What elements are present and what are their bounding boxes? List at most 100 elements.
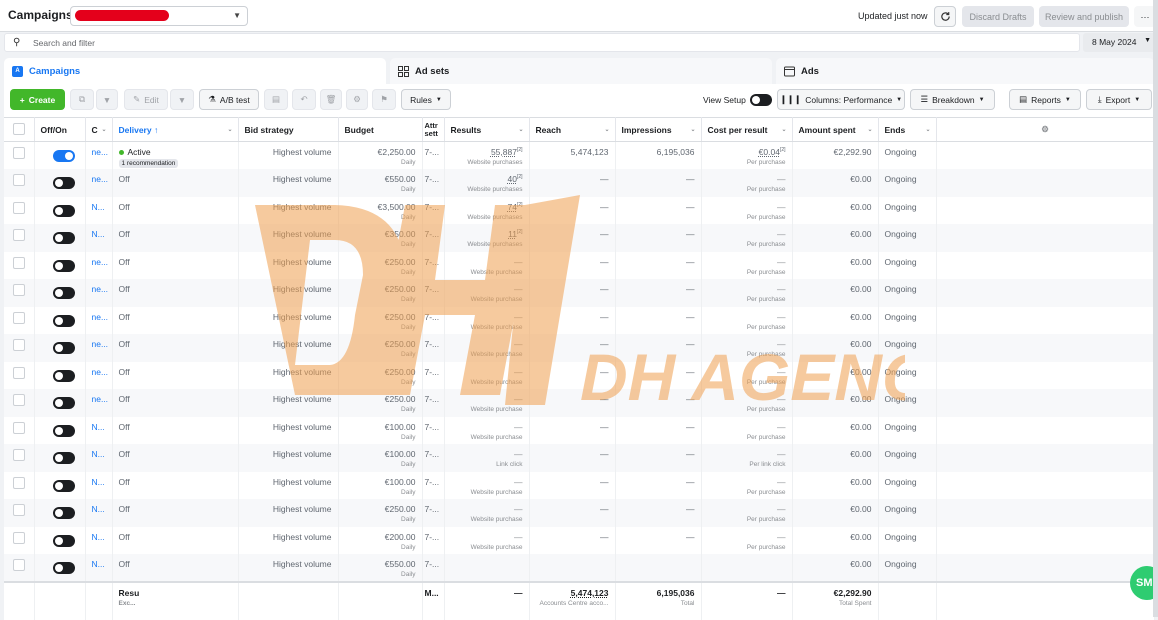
create-button[interactable]: + Create — [10, 89, 65, 110]
row-toggle-cell[interactable] — [34, 389, 86, 417]
budget-cell[interactable]: €200.00 Daily — [338, 526, 423, 554]
row-toggle-cell[interactable] — [34, 224, 86, 252]
campaign-name[interactable]: N... — [85, 499, 113, 527]
table-row[interactable]: ne... Off Highest volume €250.00 Daily 7-... —… — [4, 306, 1155, 334]
row-toggle-cell[interactable] — [34, 251, 86, 279]
budget-cell[interactable]: €550.00 Daily — [338, 169, 423, 197]
refresh-button[interactable] — [934, 6, 956, 27]
row-toggle-cell[interactable] — [34, 279, 86, 307]
delete-button[interactable]: 🗑 — [320, 89, 342, 110]
row-select-cell[interactable] — [4, 526, 35, 554]
row-checkbox[interactable] — [13, 559, 25, 571]
campaign-name[interactable]: ne... — [85, 279, 113, 307]
budget-cell[interactable]: €250.00 Daily — [338, 361, 423, 389]
table-row[interactable]: ne... Active 1 recommendation Highest volum… — [4, 141, 1155, 169]
col-amount-spent[interactable]: Amount spent ⌄ — [792, 117, 879, 142]
row-select-cell[interactable] — [4, 361, 35, 389]
view-setup-toggle[interactable] — [750, 94, 772, 106]
row-toggle-cell[interactable] — [34, 361, 86, 389]
edit-button[interactable]: ✎ Edit — [124, 89, 168, 110]
col-attribution[interactable]: Attr sett — [422, 117, 445, 142]
row-checkbox[interactable] — [13, 174, 25, 186]
discard-drafts-button[interactable]: Discard Drafts — [962, 6, 1034, 27]
account-select[interactable]: ▼ — [70, 6, 248, 26]
campaign-name[interactable]: N... — [85, 224, 113, 252]
col-campaign[interactable]: C ⌄ — [85, 117, 113, 142]
row-select-cell[interactable] — [4, 554, 35, 582]
reports-button[interactable]: ▤ Reports ▼ — [1009, 89, 1081, 110]
campaign-name[interactable]: N... — [85, 444, 113, 472]
campaign-toggle[interactable] — [52, 397, 75, 409]
row-checkbox[interactable] — [13, 476, 25, 489]
row-toggle-cell[interactable] — [34, 416, 86, 444]
row-checkbox[interactable] — [13, 504, 25, 516]
campaign-name[interactable]: ne... — [85, 389, 113, 417]
search-bar[interactable]: ⚲ Search and filter — [4, 33, 1080, 52]
tab-ads[interactable]: Ads — [776, 58, 1154, 84]
campaign-toggle[interactable] — [52, 507, 75, 519]
budget-cell[interactable]: €550.00 Daily — [338, 554, 423, 582]
table-row[interactable]: N... Off Highest volume €3,500.00 Daily 7-...… — [4, 196, 1155, 224]
table-row[interactable]: N... Off Highest volume €550.00 Daily 7-... €0… — [4, 554, 1155, 582]
row-select-cell[interactable] — [4, 169, 35, 197]
tab-campaigns[interactable]: A Campaigns — [4, 58, 386, 84]
col-impressions[interactable]: Impressions ⌄ — [615, 117, 702, 142]
row-select-cell[interactable] — [4, 444, 35, 472]
date-picker[interactable]: 8 May 2024 ▼ — [1083, 33, 1158, 52]
campaign-name[interactable]: N... — [85, 471, 113, 499]
budget-cell[interactable]: €250.00 Daily — [338, 499, 423, 527]
row-toggle-cell[interactable] — [34, 306, 86, 334]
table-row[interactable]: ne... Off Highest volume €250.00 Daily 7-... —… — [4, 279, 1155, 307]
col-delivery[interactable]: Delivery ↑ ⌄ — [112, 117, 239, 142]
row-toggle-cell[interactable] — [34, 169, 86, 197]
row-checkbox[interactable] — [13, 449, 25, 461]
rules-button[interactable]: Rules ▼ — [401, 89, 451, 110]
row-select-cell[interactable] — [4, 471, 35, 499]
row-select-cell[interactable] — [4, 141, 35, 169]
budget-cell[interactable]: €350.00 Daily — [338, 224, 423, 252]
campaign-name[interactable]: ne... — [85, 251, 113, 279]
row-select-cell[interactable] — [4, 334, 35, 362]
undo-button[interactable]: ↶ — [292, 89, 316, 110]
columns-button[interactable]: ❙❙❙ Columns: Performance ▼ — [777, 89, 905, 110]
budget-cell[interactable]: €250.00 Daily — [338, 251, 423, 279]
budget-cell[interactable]: €250.00 Daily — [338, 389, 423, 417]
campaign-toggle[interactable] — [52, 452, 75, 464]
row-checkbox[interactable] — [13, 366, 25, 379]
campaign-name[interactable]: N... — [85, 526, 113, 554]
select-all-checkbox[interactable] — [13, 122, 25, 135]
campaign-toggle[interactable] — [52, 287, 75, 299]
table-row[interactable]: ne... Off Highest volume €250.00 Daily 7-... —… — [4, 251, 1155, 279]
row-select-cell[interactable] — [4, 196, 35, 224]
col-ends[interactable]: Ends ⌄ — [878, 117, 937, 142]
row-select-cell[interactable] — [4, 251, 35, 279]
col-settings[interactable]: ⚙ — [936, 117, 1155, 142]
edit-dropdown[interactable]: ▼ — [170, 89, 194, 110]
budget-cell[interactable]: €100.00 Daily — [338, 416, 423, 444]
row-toggle-cell[interactable] — [34, 499, 86, 527]
tab-ad-sets[interactable]: Ad sets — [390, 58, 772, 84]
breakdown-button[interactable]: ☰ Breakdown ▼ — [910, 89, 995, 110]
row-checkbox[interactable] — [13, 311, 25, 324]
recommendation-badge[interactable]: 1 recommendation — [118, 159, 179, 168]
table-row[interactable]: N... Off Highest volume €100.00 Daily 7-... — W… — [4, 471, 1155, 499]
row-checkbox[interactable] — [13, 394, 25, 406]
col-budget[interactable]: Budget — [338, 117, 423, 142]
budget-cell[interactable]: €100.00 Daily — [338, 471, 423, 499]
row-toggle-cell[interactable] — [34, 471, 86, 499]
campaign-toggle[interactable] — [52, 369, 75, 382]
row-select-cell[interactable] — [4, 279, 35, 307]
preview-button[interactable]: ⚙ — [346, 89, 368, 110]
table-row[interactable]: ne... Off Highest volume €250.00 Daily 7-... —… — [4, 334, 1155, 362]
campaign-toggle[interactable] — [52, 259, 75, 272]
campaign-name[interactable]: ne... — [85, 334, 113, 362]
ab-test-button[interactable]: ⚗ A/B test — [199, 89, 259, 110]
budget-cell[interactable]: €100.00 Daily — [338, 444, 423, 472]
col-off-on[interactable]: Off/On — [34, 117, 86, 142]
col-bid-strategy[interactable]: Bid strategy — [238, 117, 339, 142]
duplicate-dropdown[interactable]: ▼ — [96, 89, 118, 110]
budget-cell[interactable]: €250.00 Daily — [338, 334, 423, 362]
campaign-toggle[interactable] — [52, 177, 75, 189]
table-row[interactable]: N... Off Highest volume €100.00 Daily 7-... — W… — [4, 416, 1155, 444]
row-toggle-cell[interactable] — [34, 444, 86, 472]
